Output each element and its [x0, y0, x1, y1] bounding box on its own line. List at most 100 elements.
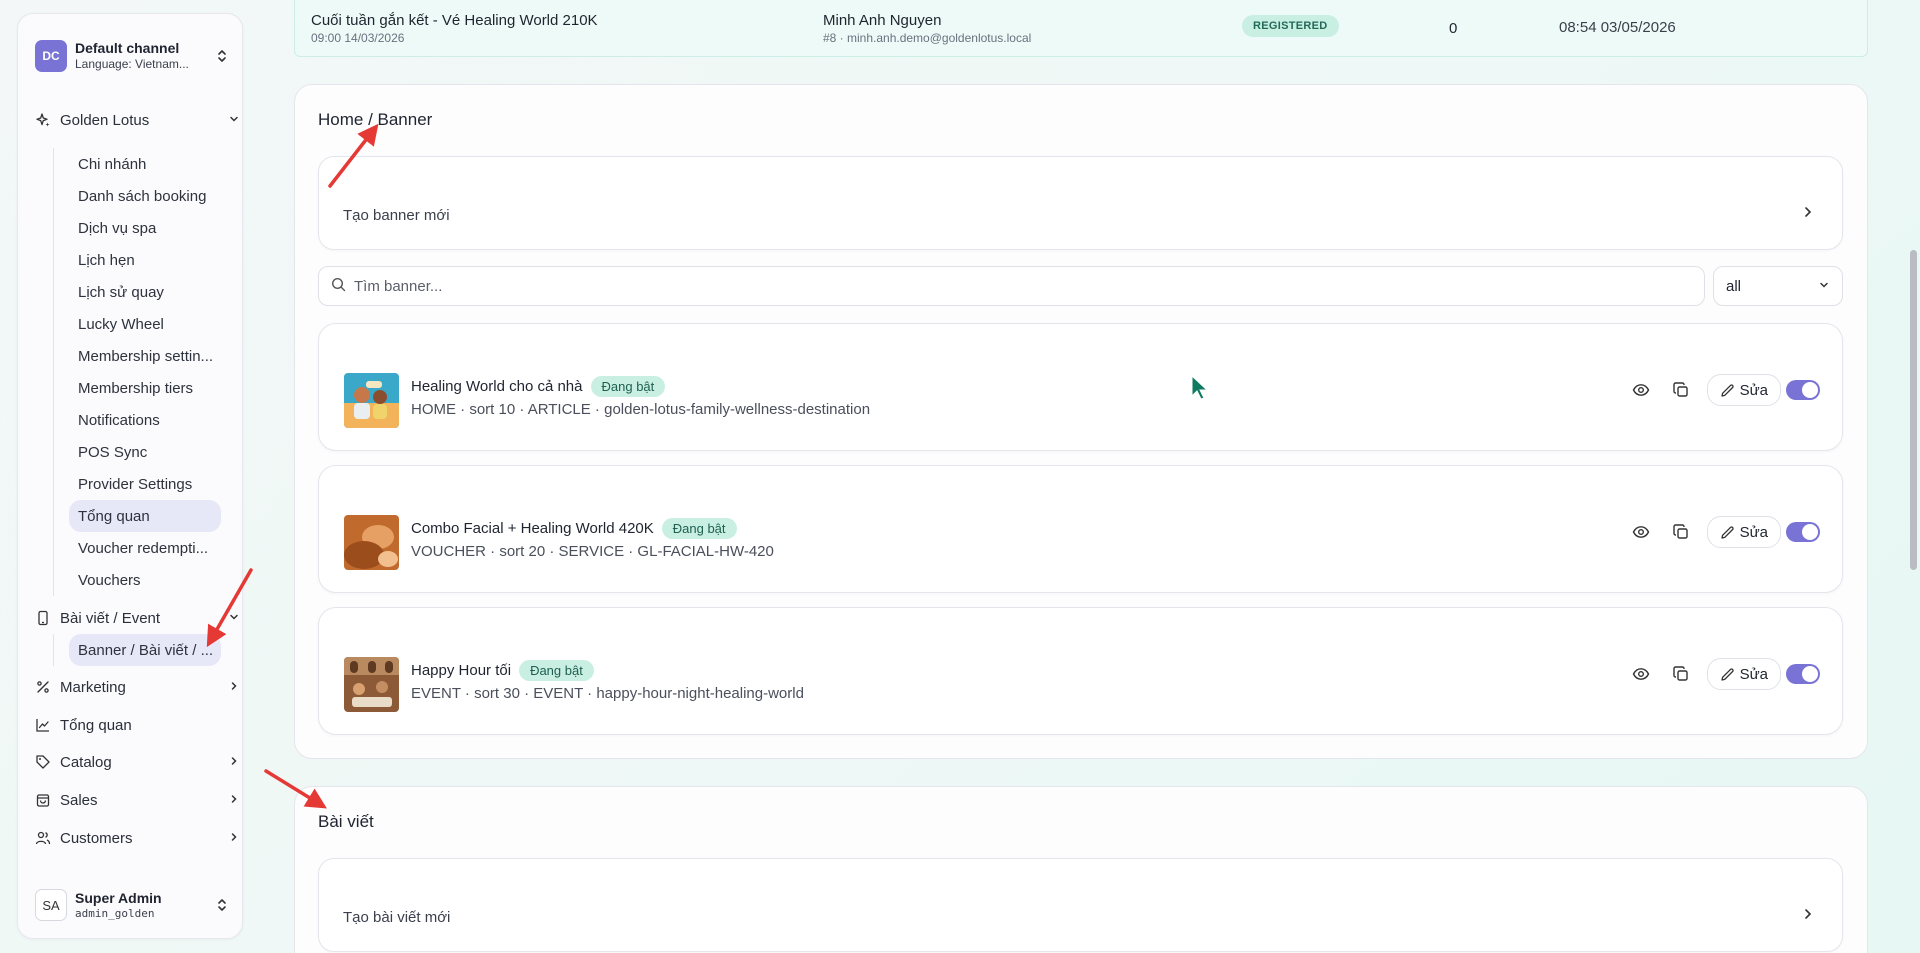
- sidebar-item-membership-settings[interactable]: Membership settin...: [68, 340, 238, 372]
- copy-icon[interactable]: [1667, 518, 1695, 546]
- eye-icon[interactable]: [1627, 518, 1655, 546]
- nav-group-golden-lotus[interactable]: Golden Lotus: [35, 106, 241, 134]
- create-banner-label: Tạo banner mới: [343, 207, 450, 224]
- page-scrollbar[interactable]: [1910, 250, 1917, 570]
- sidebar: DC Default channel Language: Vietnam... …: [17, 13, 243, 939]
- nav-group-label: Marketing: [60, 678, 126, 696]
- sidebar-item-danh-sach-booking[interactable]: Danh sách booking: [68, 180, 238, 212]
- edit-button[interactable]: Sửa: [1706, 516, 1781, 548]
- sidebar-item-pos-sync[interactable]: POS Sync: [68, 436, 238, 468]
- active-toggle[interactable]: [1786, 664, 1820, 684]
- banner-filter-select[interactable]: all: [1713, 266, 1843, 306]
- sidebar-item-banner-bai-viet[interactable]: Banner / Bài viết / ...: [69, 634, 221, 666]
- banner-meta: VOUCHER · sort 20 · SERVICE · GL-FACIAL-…: [411, 543, 774, 560]
- nav-group-label: Customers: [60, 829, 133, 847]
- nav-group-customers[interactable]: Customers: [35, 824, 241, 852]
- banner-meta: HOME · sort 10 · ARTICLE · golden-lotus-…: [411, 401, 871, 418]
- event-datetime: 09:00 14/03/2026: [311, 31, 405, 45]
- count-value: 0: [1449, 20, 1458, 37]
- eye-icon[interactable]: [1627, 660, 1655, 688]
- pencil-icon: [1720, 667, 1734, 681]
- nav-group-label: Catalog: [60, 753, 112, 771]
- line-chart-icon: [35, 717, 51, 733]
- create-article-button[interactable]: Tạo bài viết mới: [318, 858, 1843, 952]
- section-title: Home / Banner: [318, 110, 433, 129]
- channel-switcher[interactable]: DC Default channel Language: Vietnam...: [35, 36, 229, 76]
- banner-thumbnail: [344, 657, 399, 712]
- active-toggle[interactable]: [1786, 522, 1820, 542]
- edit-button[interactable]: Sửa: [1706, 658, 1781, 690]
- sidebar-item-tong-quan-active[interactable]: Tổng quan: [69, 500, 221, 532]
- user-username: admin_golden: [75, 907, 155, 920]
- chevron-right-icon: [227, 755, 241, 770]
- nav-group-catalog[interactable]: Catalog: [35, 748, 241, 776]
- sidebar-item-lich-hen[interactable]: Lịch hẹn: [68, 244, 238, 276]
- search-input[interactable]: [354, 277, 1704, 295]
- user-avatar: SA: [35, 889, 67, 921]
- active-toggle[interactable]: [1786, 380, 1820, 400]
- event-title: Cuối tuần gắn kết - Vé Healing World 210…: [311, 12, 598, 29]
- banner-thumbnail: [344, 373, 399, 428]
- search-icon: [331, 277, 346, 295]
- status-badge: Đang bật: [519, 660, 594, 681]
- banner-list-item[interactable]: Happy Hour tối Đang bật EVENT · sort 30 …: [318, 607, 1843, 735]
- sparkles-icon: [35, 112, 51, 128]
- phone-icon: [35, 610, 51, 626]
- sidebar-item-voucher-redemption[interactable]: Voucher redempti...: [68, 532, 238, 564]
- tag-icon: [35, 754, 51, 770]
- nav-group-tong-quan[interactable]: Tổng quan: [35, 711, 241, 739]
- bai-viet-subnav: Banner / Bài viết / ...: [53, 634, 221, 666]
- sidebar-item-vouchers[interactable]: Vouchers: [68, 564, 238, 596]
- sidebar-item-membership-tiers[interactable]: Membership tiers: [68, 372, 238, 404]
- shopping-bag-icon: [35, 792, 51, 808]
- banner-meta: EVENT · sort 30 · EVENT · happy-hour-nig…: [411, 685, 804, 702]
- user-menu[interactable]: SA Super Admin admin_golden: [35, 884, 229, 926]
- nav-group-sales[interactable]: Sales: [35, 786, 241, 814]
- sidebar-item-provider-settings[interactable]: Provider Settings: [68, 468, 238, 500]
- user-name: Super Admin: [75, 890, 162, 906]
- sidebar-item-lucky-wheel[interactable]: Lucky Wheel: [68, 308, 238, 340]
- copy-icon[interactable]: [1667, 660, 1695, 688]
- status-badge: Đang bật: [590, 376, 666, 397]
- section-title: Bài viết: [318, 812, 374, 831]
- registration-row[interactable]: Cuối tuần gắn kết - Vé Healing World 210…: [294, 0, 1868, 57]
- golden-lotus-subnav: Chi nhánh Danh sách booking Dịch vụ spa …: [53, 148, 238, 596]
- chevron-right-icon: [227, 793, 241, 808]
- sidebar-item-chi-nhanh[interactable]: Chi nhánh: [68, 148, 238, 180]
- nav-group-label: Bài viết / Event: [60, 609, 161, 627]
- nav-group-bai-viet-event[interactable]: Bài viết / Event: [35, 604, 241, 632]
- nav-group-label: Tổng quan: [60, 716, 132, 734]
- banner-search[interactable]: [318, 266, 1705, 306]
- eye-icon[interactable]: [1627, 376, 1655, 404]
- sidebar-item-notifications[interactable]: Notifications: [68, 404, 238, 436]
- nav-group-label: Sales: [60, 791, 98, 809]
- chevron-right-icon: [1802, 205, 1814, 223]
- chevron-down-icon: [227, 611, 241, 626]
- banner-title: Combo Facial + Healing World 420K: [411, 520, 654, 537]
- banner-list-item[interactable]: Healing World cho cả nhà Đang bật HOME ·…: [318, 323, 1843, 451]
- banner-title: Healing World cho cả nhà: [411, 378, 583, 395]
- banner-list-item[interactable]: Combo Facial + Healing World 420K Đang b…: [318, 465, 1843, 593]
- pencil-icon: [1720, 383, 1734, 397]
- sidebar-item-dich-vu-spa[interactable]: Dịch vụ spa: [68, 212, 238, 244]
- chevron-right-icon: [227, 831, 241, 846]
- copy-icon[interactable]: [1667, 376, 1695, 404]
- create-article-label: Tạo bài viết mới: [343, 909, 451, 926]
- nav-group-marketing[interactable]: Marketing: [35, 673, 241, 701]
- channel-language: Language: Vietnam...: [75, 57, 189, 71]
- chevron-down-icon: [1818, 278, 1830, 295]
- channel-name: Default channel: [75, 40, 180, 56]
- sidebar-item-lich-su-quay[interactable]: Lịch sử quay: [68, 276, 238, 308]
- chevron-right-icon: [1802, 907, 1814, 925]
- chevron-up-down-icon: [215, 895, 229, 915]
- create-banner-button[interactable]: Tạo banner mới: [318, 156, 1843, 250]
- created-time: 08:54 03/05/2026: [1559, 19, 1676, 36]
- status-badge: REGISTERED: [1242, 15, 1339, 37]
- status-badge: Đang bật: [661, 518, 737, 539]
- filter-value: all: [1726, 277, 1742, 295]
- banner-thumbnail: [344, 515, 399, 570]
- edit-button[interactable]: Sửa: [1706, 374, 1781, 406]
- chevron-up-down-icon: [215, 46, 229, 66]
- chevron-right-icon: [227, 680, 241, 695]
- users-icon: [35, 830, 51, 846]
